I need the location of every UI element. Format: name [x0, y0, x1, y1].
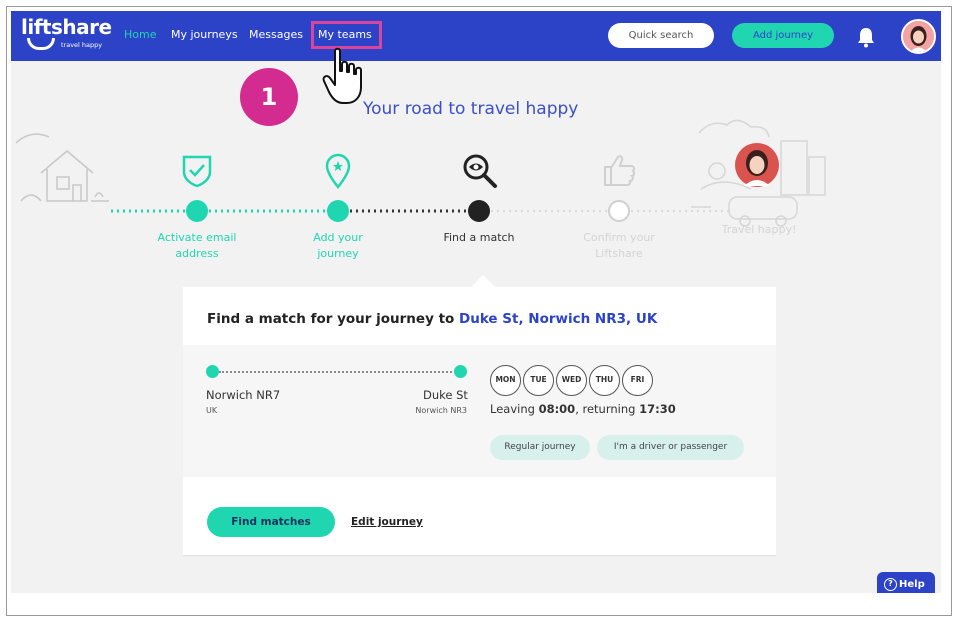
step-label-line: address — [175, 247, 219, 260]
step-label-line: Activate email — [157, 231, 237, 244]
location-pin-icon — [325, 153, 351, 189]
step-label-line: Confirm your — [583, 231, 655, 244]
help-label: Help — [899, 579, 925, 590]
tag-driver-or-passenger: I'm a driver or passenger — [597, 435, 744, 460]
tag-regular-journey: Regular journey — [490, 435, 590, 460]
origin-place: Norwich NR7 — [206, 388, 281, 402]
step-label-find-match: Find a match — [429, 230, 529, 246]
schedule-times: Leaving 08:00, returning 17:30 — [490, 402, 676, 416]
nav-link-my-journeys[interactable]: My journeys — [171, 28, 238, 41]
day-thu: THU — [589, 365, 620, 396]
liftshare-logo[interactable]: liftshare travel happy — [21, 15, 112, 50]
thumbs-up-icon — [604, 155, 636, 186]
card-pointer — [471, 275, 495, 287]
step-label-line: journey — [317, 247, 359, 260]
route-start-dot — [206, 365, 219, 378]
logo-smile-icon — [27, 38, 55, 50]
route-dotted-line — [219, 371, 459, 373]
logo-tagline: travel happy — [61, 41, 103, 49]
step-dot-2 — [327, 200, 349, 222]
help-button[interactable]: ? Help — [877, 572, 935, 593]
route-end-dot — [454, 365, 467, 378]
step-label-add-journey: Add your journey — [288, 230, 388, 262]
card-title: Find a match for your journey to Duke St… — [207, 311, 657, 327]
destination-area: Norwich NR3 — [415, 406, 467, 415]
step-label-activate-email: Activate email address — [147, 230, 247, 262]
returning-label: , returning — [575, 402, 636, 416]
card-title-prefix: Find a match for your journey to — [207, 311, 455, 327]
day-wed: WED — [556, 365, 587, 396]
day-tue: TUE — [523, 365, 554, 396]
add-journey-button[interactable]: Add journey — [732, 23, 834, 48]
step-label-line: Find a match — [443, 231, 515, 244]
step-dot-3 — [468, 200, 490, 222]
quick-search-button[interactable]: Quick search — [608, 23, 714, 48]
returning-time: 17:30 — [639, 402, 676, 416]
day-fri: FRI — [622, 365, 653, 396]
browser-frame: liftshare travel happy Home My journeys … — [6, 6, 952, 616]
nav-link-home[interactable]: Home — [124, 28, 156, 41]
logo-wordmark: liftshare — [21, 15, 112, 39]
destination-place: Duke St — [423, 388, 468, 402]
step-label-line: Liftshare — [595, 247, 643, 260]
step-label-confirm: Confirm your Liftshare — [569, 230, 669, 262]
journey-card-header: Find a match for your journey to Duke St… — [183, 287, 776, 345]
step-dot-1 — [186, 200, 208, 222]
shield-check-icon — [182, 155, 212, 188]
bell-icon[interactable] — [856, 26, 876, 48]
card-title-destination: Duke St, Norwich NR3, UK — [459, 311, 658, 327]
step-dot-4 — [608, 200, 630, 222]
nav-link-messages[interactable]: Messages — [249, 28, 303, 41]
hand-cursor-icon — [322, 47, 362, 104]
leaving-time: 08:00 — [538, 402, 576, 416]
step-label-travel-happy: Travel happy! — [709, 222, 809, 238]
step-label-line: Add your — [313, 231, 363, 244]
leaving-label: Leaving — [490, 402, 535, 416]
journey-card-details: Norwich NR7 UK Duke St Norwich NR3 MON T… — [183, 345, 776, 477]
top-nav: liftshare travel happy Home My journeys … — [11, 11, 945, 61]
user-avatar[interactable] — [901, 19, 936, 54]
origin-country: UK — [206, 406, 218, 415]
magnifier-icon — [463, 154, 497, 188]
journey-card-actions: Find matches Edit journey — [183, 477, 776, 556]
page: liftshare travel happy Home My journeys … — [11, 11, 945, 593]
question-circle-icon: ? — [884, 578, 897, 591]
avatar-car-icon — [735, 143, 779, 187]
find-matches-button[interactable]: Find matches — [207, 507, 335, 537]
edit-journey-link[interactable]: Edit journey — [351, 516, 423, 528]
step-label-line: Travel happy! — [721, 223, 797, 236]
page-scrollbar[interactable] — [941, 11, 947, 593]
highlight-box-my-teams — [311, 21, 382, 49]
day-mon: MON — [490, 365, 521, 396]
